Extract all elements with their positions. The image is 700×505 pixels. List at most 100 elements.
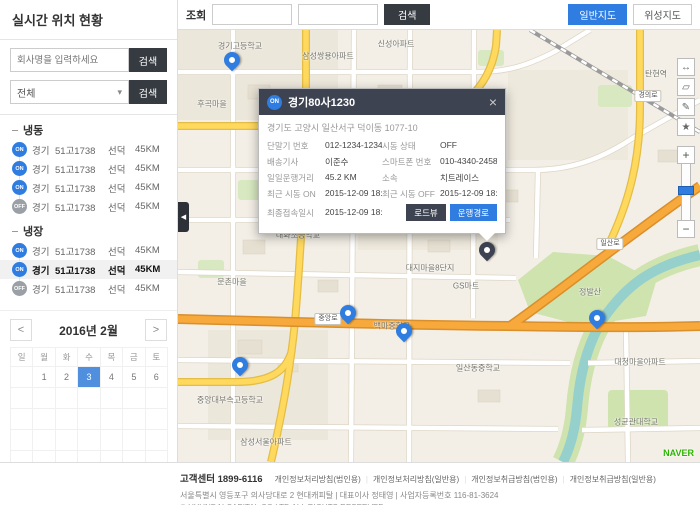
- map-label: 탄현역: [645, 69, 667, 80]
- group-label: 냉장: [0, 218, 177, 241]
- chevron-down-icon: ▾: [117, 87, 122, 98]
- zoom-slider[interactable]: [681, 164, 691, 220]
- field-label: 배송기사: [267, 156, 321, 168]
- zoom-out-button[interactable]: −: [677, 220, 695, 238]
- calendar: < 2016년 2월 > 일월화수목금토123456: [0, 310, 177, 462]
- vehicle-distance: 45KM: [135, 283, 163, 294]
- field-label: 소속: [382, 172, 436, 184]
- bookmark-icon[interactable]: ★: [677, 118, 695, 136]
- company-search-row: 검색: [10, 48, 167, 72]
- footer-company-info: 서울특별시 영등포구 의사당대로 2 현대캐피탈 | 대표이사 정태영 | 사업…: [180, 490, 692, 501]
- map-label: 대지마을8단지: [406, 263, 455, 274]
- footer-link[interactable]: 개인정보취급방침(일반용): [558, 475, 656, 484]
- calendar-day[interactable]: 6: [145, 367, 167, 388]
- group-label: 냉동: [0, 117, 177, 140]
- vehicle-plate: 51고1738: [55, 244, 103, 258]
- naver-logo: NAVER: [663, 448, 694, 458]
- footer-link[interactable]: 개인정보처리방침(법인용): [275, 475, 361, 484]
- close-icon[interactable]: ×: [489, 95, 497, 109]
- route-button[interactable]: 운행경로: [450, 204, 497, 221]
- filter-select[interactable]: 전체 ▾: [10, 80, 129, 104]
- field-label: 단말기 번호: [267, 140, 321, 152]
- field-label: 시동 상태: [382, 140, 436, 152]
- main-panel: 조회 검색 일반지도 위성지도: [178, 0, 700, 462]
- popup-field: 시동 상태OFF: [382, 140, 497, 152]
- field-label: 최종접속일시: [267, 207, 321, 219]
- popup-address: 경기도 고양시 일산서구 덕이동 1077-10: [267, 121, 497, 134]
- footer-link[interactable]: 개인정보취급방침(법인용): [459, 475, 557, 484]
- status-badge: OFF: [12, 281, 27, 296]
- popup-row: 배송기사이준수스마트폰 번호010-4340-2458: [267, 156, 497, 168]
- calendar-day: [78, 409, 100, 430]
- sidebar: 실시간 위치 현황 검색 전체 ▾ 검색 냉동ON경기51고1738선덕45KM…: [0, 0, 178, 462]
- vehicle-row[interactable]: ON경기51고1738선덕45KM: [0, 178, 177, 197]
- calendar-day-header: 금: [123, 348, 145, 367]
- status-badge: ON: [12, 243, 27, 258]
- popup-field: 배송기사이준수: [267, 156, 382, 168]
- vehicle-row[interactable]: ON경기51고1738선덕45KM: [0, 140, 177, 159]
- calendar-day: [100, 409, 122, 430]
- footer-links: 개인정보처리방침(법인용)개인정보처리방침(일반용)개인정보취급방침(법인용)개…: [275, 469, 656, 487]
- popup-header: ON 경기80사1230 ×: [259, 89, 505, 115]
- vehicle-name: 선덕: [108, 244, 130, 258]
- vehicle-row[interactable]: ON경기51고1738선덕45KM: [0, 159, 177, 178]
- calendar-day: [123, 451, 145, 463]
- company-search-input[interactable]: [10, 48, 129, 72]
- vehicle-row[interactable]: OFF경기51고1738선덕45KM: [0, 197, 177, 216]
- calendar-day[interactable]: 4: [100, 367, 122, 388]
- filter-selected-value: 전체: [17, 85, 35, 100]
- calendar-day: [100, 451, 122, 463]
- vehicle-plate: 51고1738: [55, 200, 103, 214]
- vehicle-name: 선덕: [108, 143, 130, 157]
- vehicle-row[interactable]: OFF경기51고1738선덕45KM: [0, 279, 177, 298]
- map-tools: ↔ ▱ ✎ ★: [677, 58, 695, 136]
- calendar-day: [11, 409, 33, 430]
- sidebar-collapse-button[interactable]: ◀: [178, 202, 189, 232]
- footer: 고객센터 1899-6116 개인정보처리방침(법인용)개인정보처리방침(일반용…: [0, 462, 700, 505]
- map-label: 경기고등학교: [218, 41, 262, 52]
- map-area[interactable]: ON 경기80사1230 × 경기도 고양시 일산서구 덕이동 1077-10 …: [178, 30, 700, 462]
- calendar-prev-button[interactable]: <: [10, 319, 32, 341]
- popup-fields: 단말기 번호012-1234-1234시동 상태OFF배송기사이준수스마트폰 번…: [267, 140, 497, 221]
- distance-icon[interactable]: ↔: [677, 58, 695, 76]
- map-label: 성균관대학교: [614, 417, 658, 428]
- vehicle-row[interactable]: ON경기51고1738선덕45KM: [0, 241, 177, 260]
- calendar-day: [78, 451, 100, 463]
- page-title: 실시간 위치 현황: [0, 0, 177, 40]
- field-label: 최근 시동 ON: [267, 188, 321, 200]
- popup-field: 최근 시동 OFF2015-12-09 18:24: [382, 188, 497, 200]
- zoom-in-button[interactable]: +: [677, 146, 695, 164]
- calendar-next-button[interactable]: >: [145, 319, 167, 341]
- map-label: 후곡마을: [197, 99, 226, 110]
- lookup-input-1[interactable]: [212, 4, 292, 25]
- calendar-day[interactable]: 1: [33, 367, 55, 388]
- vehicle-row[interactable]: ON경기51고1738선덕45KM: [0, 260, 177, 279]
- field-label: 스마트폰 번호: [382, 156, 436, 168]
- company-search-button[interactable]: 검색: [129, 48, 167, 72]
- vehicle-info-popup: ON 경기80사1230 × 경기도 고양시 일산서구 덕이동 1077-10 …: [258, 88, 506, 234]
- road-shield: 중앙로: [314, 313, 341, 325]
- draw-icon[interactable]: ✎: [677, 98, 695, 116]
- road-shield: 경의로: [634, 90, 661, 102]
- calendar-day[interactable]: 5: [123, 367, 145, 388]
- filter-search-button[interactable]: 검색: [129, 80, 167, 104]
- map-type-satellite-button[interactable]: 위성지도: [633, 4, 692, 25]
- calendar-day: [33, 430, 55, 451]
- zoom-handle[interactable]: [678, 186, 694, 195]
- lookup-search-button[interactable]: 검색: [384, 4, 430, 25]
- vehicle-group: 냉장ON경기51고1738선덕45KMON경기51고1738선덕45KMOFF경…: [0, 218, 177, 300]
- status-badge: ON: [12, 161, 27, 176]
- area-icon[interactable]: ▱: [677, 78, 695, 96]
- popup-status-badge: ON: [267, 95, 282, 110]
- calendar-title: 2016년 2월: [59, 322, 118, 339]
- roadview-button[interactable]: 로드뷰: [406, 204, 445, 221]
- map-type-normal-button[interactable]: 일반지도: [568, 4, 627, 25]
- calendar-day[interactable]: 2: [55, 367, 77, 388]
- calendar-day: [145, 451, 167, 463]
- footer-link[interactable]: 개인정보처리방침(일반용): [361, 475, 459, 484]
- calendar-day[interactable]: 3: [78, 367, 100, 388]
- popup-field: 스마트폰 번호010-4340-2458: [382, 156, 497, 168]
- vehicle-plate: 51고1738: [55, 282, 103, 296]
- lookup-input-2[interactable]: [298, 4, 378, 25]
- calendar-day: [55, 451, 77, 463]
